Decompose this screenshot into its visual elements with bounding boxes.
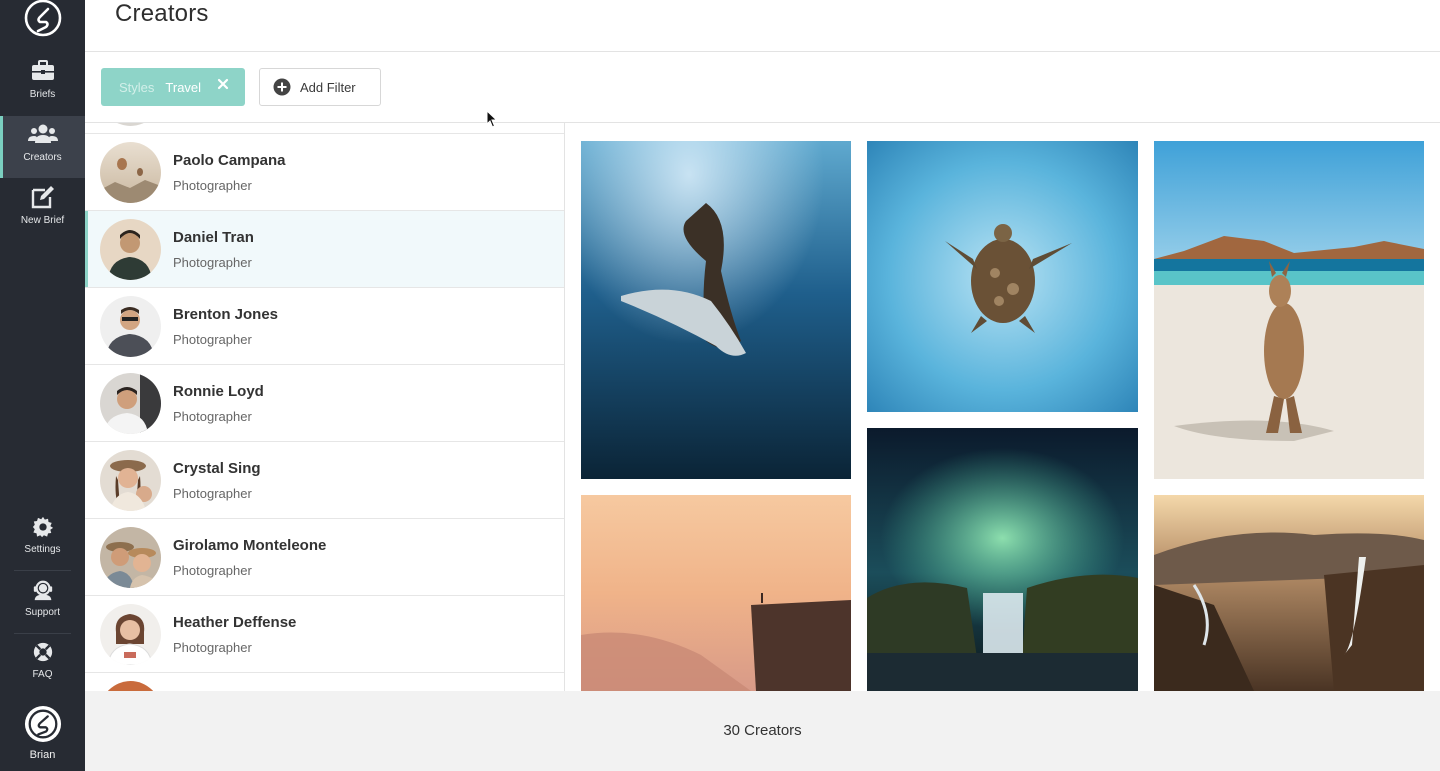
creator-role: Photographer — [173, 409, 252, 424]
gallery-photo[interactable] — [581, 141, 851, 479]
sidebar-item-faq[interactable]: FAQ — [0, 641, 85, 703]
gear-icon — [32, 516, 53, 538]
avatar — [100, 373, 161, 434]
users-icon — [27, 124, 58, 143]
filter-bar: Styles Travel Add Filter — [85, 52, 1440, 123]
list-item[interactable]: Brenton Jones Photographer — [85, 288, 564, 365]
sidebar-item-settings[interactable]: Settings — [0, 516, 85, 578]
sidebar-item-support[interactable]: Support — [0, 579, 85, 641]
list-item[interactable]: Girolamo Monteleone Photographer — [85, 519, 564, 596]
lifebuoy-icon — [33, 642, 52, 662]
sidebar-item-label: Creators — [23, 152, 62, 163]
mouse-cursor-icon — [486, 110, 498, 128]
sidebar-item-label: Support — [24, 607, 61, 618]
sidebar-divider — [14, 570, 71, 571]
page-header: Creators — [85, 0, 1440, 52]
gallery-photo[interactable] — [581, 495, 851, 691]
headset-icon — [33, 580, 52, 601]
creator-name: Crystal Sing — [173, 460, 261, 477]
sidebar: Briefs Creators New Brief Settings Suppo… — [0, 0, 85, 771]
creator-role: Photographer — [173, 178, 252, 193]
page-title: Creators — [115, 0, 209, 27]
sidebar-item-briefs[interactable]: Briefs — [0, 59, 85, 121]
creator-name: Brenton Jones — [173, 306, 279, 323]
avatar — [100, 527, 161, 588]
list-item[interactable]: Crystal Sing Photographer — [85, 442, 564, 519]
sidebar-divider — [14, 633, 71, 634]
avatar — [100, 681, 161, 691]
creator-name: Ronnie Loyd — [173, 383, 264, 400]
user-name: Brian — [29, 749, 56, 761]
gallery-photo[interactable] — [867, 428, 1138, 691]
creator-list[interactable]: Paolo Campana Photographer Daniel Tran P… — [85, 123, 565, 691]
creator-role: Photographer — [173, 486, 252, 501]
sidebar-item-label: FAQ — [32, 669, 53, 680]
list-item[interactable] — [85, 673, 564, 691]
avatar — [100, 142, 161, 203]
list-item[interactable]: Daniel Tran Photographer — [85, 211, 564, 288]
creator-role: Photographer — [173, 640, 252, 655]
creator-role: Photographer — [173, 255, 252, 270]
creator-name: Paolo Campana — [173, 152, 286, 169]
results-footer: 30 Creators — [85, 691, 1440, 771]
filter-chip-value: Travel — [165, 79, 202, 95]
creator-role: Photographer — [173, 563, 252, 578]
add-filter-label: Add Filter — [300, 79, 356, 95]
plus-circle-icon — [273, 78, 291, 96]
avatar — [100, 604, 161, 665]
briefcase-icon — [31, 60, 54, 80]
close-icon[interactable] — [217, 78, 229, 90]
avatar — [100, 123, 161, 126]
sidebar-item-new-brief[interactable]: New Brief — [0, 185, 85, 247]
gallery-photo[interactable] — [1154, 141, 1424, 479]
creator-role: Photographer — [173, 332, 252, 347]
add-filter-button[interactable]: Add Filter — [259, 68, 381, 106]
gallery-photo[interactable] — [1154, 495, 1424, 691]
user-profile[interactable]: Brian — [0, 705, 85, 761]
list-item[interactable]: Heather Deffense Photographer — [85, 596, 564, 673]
filter-chip-key: Styles — [119, 79, 155, 95]
gallery-photo[interactable] — [867, 141, 1138, 412]
filter-chip-styles[interactable]: Styles Travel — [101, 68, 245, 106]
creator-count: 30 Creators — [723, 722, 802, 739]
app-logo-icon[interactable] — [23, 0, 63, 38]
avatar — [100, 219, 161, 280]
avatar — [100, 450, 161, 511]
list-item[interactable]: Paolo Campana Photographer — [85, 134, 564, 211]
sidebar-item-creators[interactable]: Creators — [0, 116, 85, 178]
creator-name: Girolamo Monteleone — [173, 537, 327, 554]
sidebar-item-label: Briefs — [29, 89, 56, 100]
sidebar-item-label: Settings — [24, 544, 61, 555]
sidebar-item-label: New Brief — [20, 215, 65, 226]
user-avatar-icon — [24, 705, 61, 743]
edit-icon — [31, 186, 54, 209]
creator-name: Daniel Tran — [173, 229, 254, 246]
avatar — [100, 296, 161, 357]
photo-gallery[interactable] — [565, 123, 1440, 691]
list-item[interactable]: Ronnie Loyd Photographer — [85, 365, 564, 442]
creator-name: Heather Deffense — [173, 614, 297, 631]
